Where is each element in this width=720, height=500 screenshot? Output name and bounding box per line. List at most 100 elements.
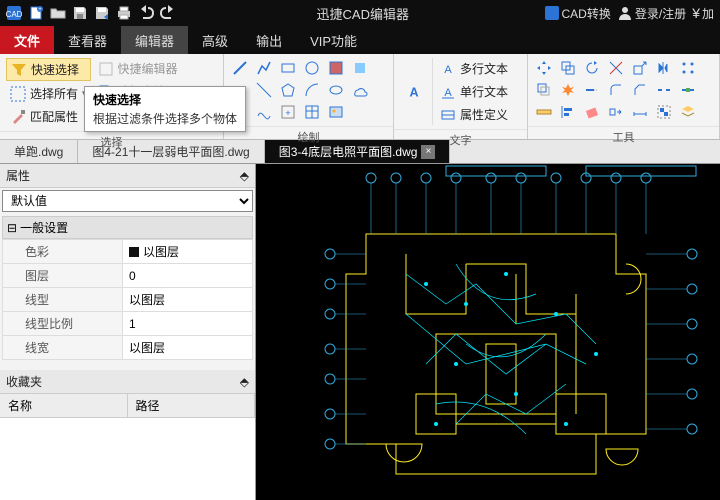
fav-list[interactable]: [0, 418, 255, 500]
trim-tool[interactable]: [606, 58, 626, 78]
select-all-button[interactable]: 选择所有▾: [6, 83, 91, 104]
tab-file[interactable]: 文件: [0, 26, 54, 54]
collapse-icon: ⊟: [7, 221, 17, 235]
undo-icon[interactable]: [136, 3, 156, 23]
ribbon-group-tool: 工具: [528, 54, 720, 139]
filter-icon: [11, 62, 27, 78]
polyline-tool[interactable]: [254, 58, 274, 78]
cloud-tool[interactable]: [350, 80, 370, 100]
ellipse-tool[interactable]: [326, 80, 346, 100]
redo-icon[interactable]: [158, 3, 178, 23]
fav-columns: 名称 路径: [0, 394, 255, 418]
table-row[interactable]: 线宽以图层: [3, 336, 253, 360]
ribbon-group-text: A A多行文本 A单行文本 属性定义 文字: [394, 54, 528, 139]
content-area: 属性 ⬘ 默认值 ⊟一般设置 色彩以图层 图层0 线型以图层 线型比例1 线宽以…: [0, 164, 720, 500]
group-label-tool: 工具: [528, 126, 719, 148]
offset-tool[interactable]: [534, 80, 554, 100]
pin-icon[interactable]: ⬘: [240, 169, 249, 183]
pin-icon[interactable]: ⬘: [240, 375, 249, 389]
print-icon[interactable]: [114, 3, 134, 23]
app-icon[interactable]: CAD: [4, 3, 24, 23]
array-tool[interactable]: [678, 58, 698, 78]
scale-tool[interactable]: [630, 58, 650, 78]
color-swatch: [129, 247, 139, 257]
stext-icon: A: [440, 84, 456, 100]
layer-tool[interactable]: [678, 102, 698, 122]
group-label-draw: 绘制: [224, 126, 393, 148]
tab-advanced[interactable]: 高级: [188, 26, 242, 54]
brush-icon: [10, 109, 26, 125]
table-row[interactable]: 线型以图层: [3, 288, 253, 312]
explode-tool[interactable]: [558, 80, 578, 100]
saveas-icon[interactable]: [92, 3, 112, 23]
table-tool[interactable]: [302, 102, 322, 122]
erase-tool[interactable]: [582, 102, 602, 122]
region-tool[interactable]: [350, 58, 370, 78]
group-tool[interactable]: [654, 102, 674, 122]
save-icon[interactable]: [70, 3, 90, 23]
line-tool[interactable]: [230, 58, 250, 78]
dim-tool[interactable]: [630, 102, 650, 122]
tab-output[interactable]: 输出: [242, 26, 296, 54]
mtext-button[interactable]: A多行文本: [436, 58, 512, 79]
props-title: 属性: [6, 167, 30, 184]
table-row[interactable]: 线型比例1: [3, 312, 253, 336]
arc-tool[interactable]: [302, 80, 322, 100]
hatch-tool[interactable]: [326, 58, 346, 78]
copy-tool[interactable]: [558, 58, 578, 78]
extend-tool[interactable]: [582, 80, 602, 100]
ribbon: 快速选择 选择所有▾ 匹配属性 快捷编辑器 选择实体导入 选择: [0, 54, 720, 140]
fillet-tool[interactable]: [606, 80, 626, 100]
fav-header: 收藏夹 ⬘: [0, 370, 255, 394]
svg-text:+: +: [285, 108, 290, 118]
xline-tool[interactable]: [254, 80, 274, 100]
default-dropdown[interactable]: 默认值: [2, 190, 253, 212]
props-table: 色彩以图层 图层0 线型以图层 线型比例1 线宽以图层: [2, 239, 253, 360]
drawing-canvas[interactable]: [256, 164, 720, 500]
tooltip-title: 快速选择: [93, 91, 237, 108]
svg-text:CAD: CAD: [6, 10, 22, 19]
selectall-icon: [10, 86, 26, 102]
fav-title: 收藏夹: [6, 373, 42, 390]
new-icon[interactable]: +: [26, 3, 46, 23]
tooltip: 快速选择 根据过滤条件选择多个物体: [84, 86, 246, 132]
spline-tool[interactable]: [254, 102, 274, 122]
match-prop-button[interactable]: 匹配属性: [6, 106, 91, 127]
fav-col-path: 路径: [128, 394, 256, 417]
tab-editor[interactable]: 编辑器: [121, 26, 188, 54]
join-tool[interactable]: [678, 80, 698, 100]
fav-col-name: 名称: [0, 394, 128, 417]
align-tool[interactable]: [558, 102, 578, 122]
mirror-tool[interactable]: [654, 58, 674, 78]
mtext-icon: A: [440, 61, 456, 77]
section-general[interactable]: ⊟一般设置: [2, 216, 253, 239]
move-tool[interactable]: [534, 58, 554, 78]
text-big-icon[interactable]: A: [400, 78, 428, 106]
table-row[interactable]: 图层0: [3, 264, 253, 288]
stretch-tool[interactable]: [606, 102, 626, 122]
quick-editor-button[interactable]: 快捷编辑器: [94, 58, 194, 79]
attr-icon: [440, 107, 456, 123]
pay-link[interactable]: ¥加: [692, 5, 714, 22]
insert-tool[interactable]: +: [278, 102, 298, 122]
chamfer-tool[interactable]: [630, 80, 650, 100]
rect-tool[interactable]: [278, 58, 298, 78]
attrdef-button[interactable]: 属性定义: [436, 104, 512, 125]
image-tool[interactable]: [326, 102, 346, 122]
rotate-tool[interactable]: [582, 58, 602, 78]
tab-vip[interactable]: VIP功能: [296, 26, 371, 54]
cad-convert-link[interactable]: CAD转换: [544, 5, 611, 22]
svg-text:A: A: [444, 87, 452, 99]
login-link[interactable]: 登录/注册: [617, 5, 686, 22]
quick-select-button[interactable]: 快速选择: [6, 58, 91, 81]
break-tool[interactable]: [654, 80, 674, 100]
table-row[interactable]: 色彩以图层: [3, 240, 253, 264]
tab-viewer[interactable]: 查看器: [54, 26, 121, 54]
stext-button[interactable]: A单行文本: [436, 81, 512, 102]
menu-bar: 文件 查看器 编辑器 高级 输出 VIP功能: [0, 26, 720, 54]
circle-tool[interactable]: [302, 58, 322, 78]
measure-tool[interactable]: [534, 102, 554, 122]
open-icon[interactable]: [48, 3, 68, 23]
title-right: CAD转换 登录/注册 ¥加: [544, 5, 720, 22]
polygon-tool[interactable]: [278, 80, 298, 100]
